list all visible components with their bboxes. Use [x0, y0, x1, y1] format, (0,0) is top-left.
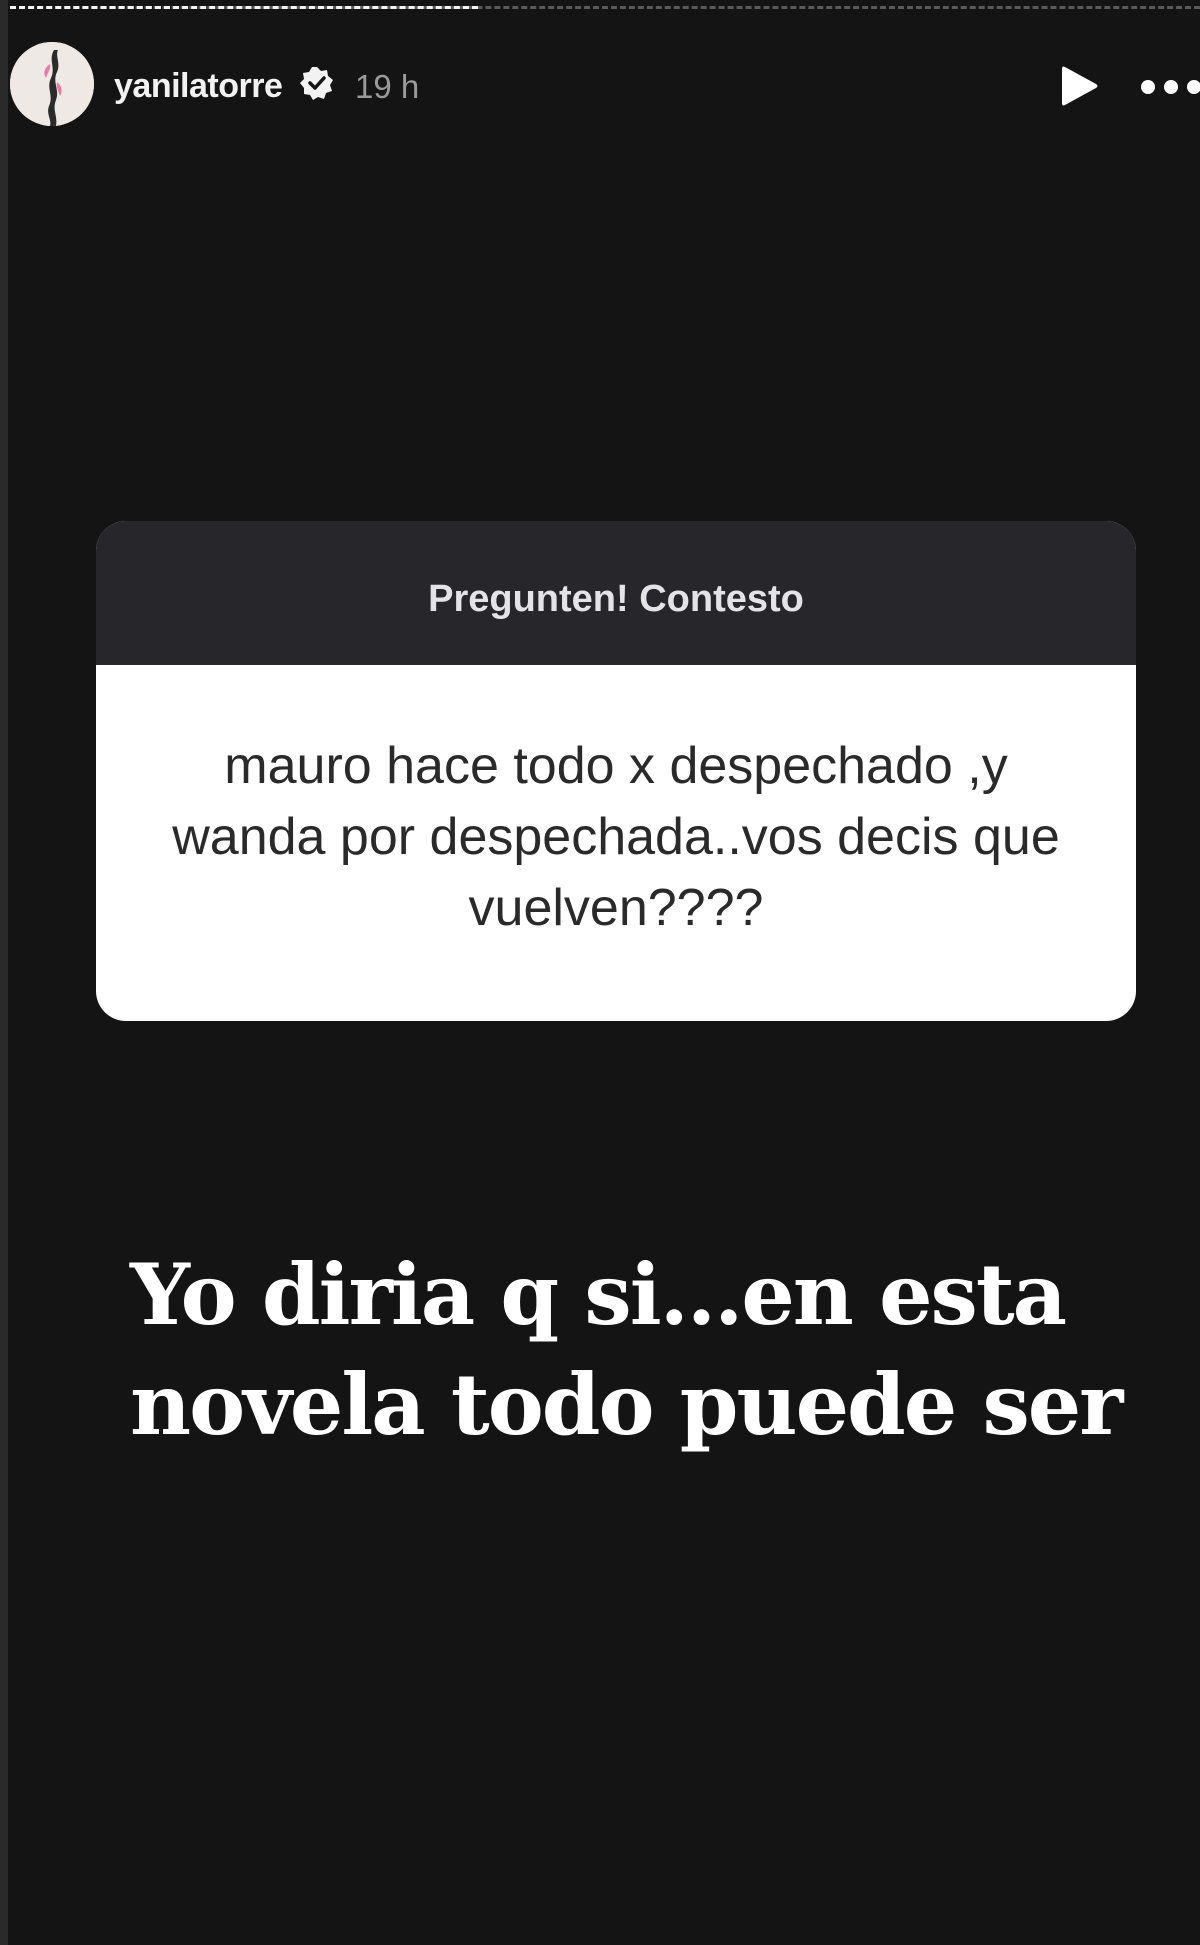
more-options-icon[interactable]: [1138, 74, 1200, 100]
verified-badge-icon: [300, 67, 333, 100]
question-text: mauro hace todo x despechado ,y wanda po…: [172, 736, 1060, 937]
question-sticker-body: mauro hace todo x despechado ,y wanda po…: [96, 665, 1136, 1021]
story-timestamp: 19 h: [355, 68, 420, 105]
question-sticker-title: Pregunten! Contesto: [428, 577, 804, 620]
question-sticker-header: Pregunten! Contesto: [96, 521, 1136, 665]
story-viewer: yanilatorre 19 h Pregunten! Contesto mau…: [0, 0, 1200, 1945]
profile-avatar[interactable]: [10, 42, 94, 126]
story-header: yanilatorre 19 h: [10, 40, 1200, 130]
play-icon[interactable]: [1055, 62, 1103, 110]
progress-fill: [10, 6, 478, 9]
story-progress-bar: [10, 6, 1200, 10]
story-left-edge: [0, 0, 8, 1945]
question-sticker[interactable]: Pregunten! Contesto mauro hace todo x de…: [96, 521, 1136, 1021]
answer-text: Yo diria q si...en esta novela todo pued…: [130, 1245, 1123, 1454]
avatar-image: [10, 42, 94, 126]
username[interactable]: yanilatorre: [114, 67, 283, 106]
